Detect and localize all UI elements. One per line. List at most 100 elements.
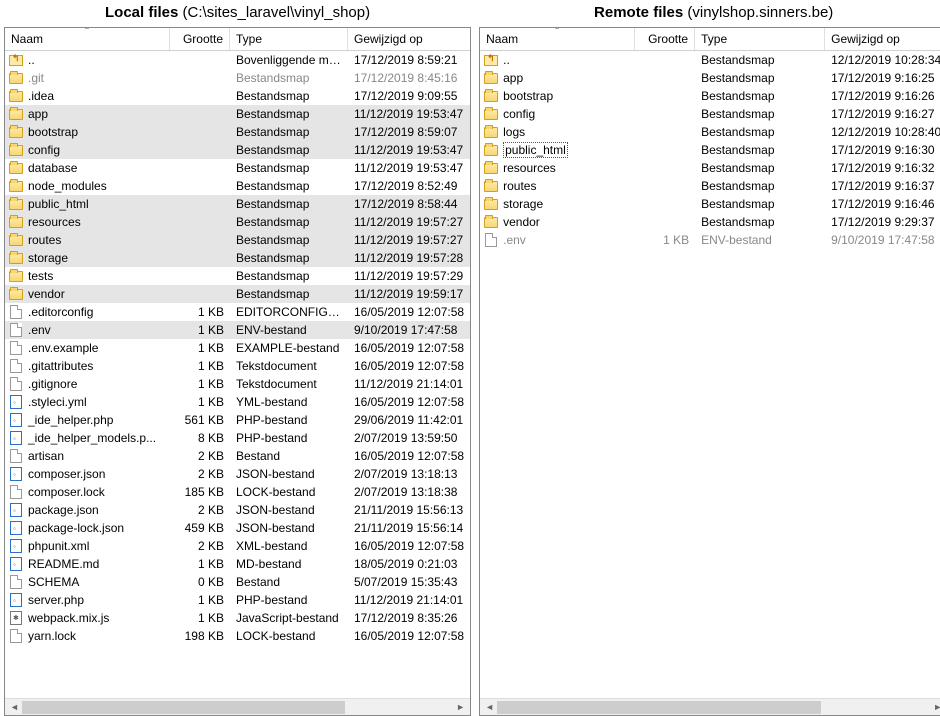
file-row[interactable]: .gitBestandsmap17/12/2019 8:45:16 [5, 69, 470, 87]
file-name-cell[interactable]: webpack.mix.js [5, 610, 170, 626]
scroll-right-icon[interactable]: ► [930, 702, 940, 712]
file-row[interactable]: appBestandsmap17/12/2019 9:16:25 [480, 69, 940, 87]
file-name-cell[interactable]: public_html [5, 196, 170, 212]
file-row[interactable]: vendorBestandsmap11/12/2019 19:59:17 [5, 285, 470, 303]
file-row[interactable]: README.md1 KBMD-bestand18/05/2019 0:21:0… [5, 555, 470, 573]
file-row[interactable]: server.php1 KBPHP-bestand11/12/2019 21:1… [5, 591, 470, 609]
col-size-header[interactable]: Grootte [635, 28, 695, 50]
col-modified-header[interactable]: Gewijzigd op [825, 28, 940, 50]
file-row[interactable]: routesBestandsmap11/12/2019 19:57:27 [5, 231, 470, 249]
file-name-cell[interactable]: database [5, 160, 170, 176]
file-name-cell[interactable]: artisan [5, 448, 170, 464]
file-row[interactable]: package-lock.json459 KBJSON-bestand21/11… [5, 519, 470, 537]
file-name-cell[interactable]: .idea [5, 88, 170, 104]
file-row[interactable]: .env.example1 KBEXAMPLE-bestand16/05/201… [5, 339, 470, 357]
col-type-header[interactable]: Type [230, 28, 348, 50]
file-name-cell[interactable]: .styleci.yml [5, 394, 170, 410]
file-row[interactable]: public_htmlBestandsmap17/12/2019 8:58:44 [5, 195, 470, 213]
file-row[interactable]: ..Bestandsmap12/12/2019 10:28:34 [480, 51, 940, 69]
file-name-cell[interactable]: .git [5, 70, 170, 86]
file-name-cell[interactable]: .. [480, 52, 635, 68]
file-name-cell[interactable]: tests [5, 268, 170, 284]
file-row[interactable]: .editorconfig1 KBEDITORCONFIG-b...16/05/… [5, 303, 470, 321]
file-row[interactable]: storageBestandsmap11/12/2019 19:57:28 [5, 249, 470, 267]
scroll-right-icon[interactable]: ► [453, 702, 468, 712]
file-name-cell[interactable]: package-lock.json [5, 520, 170, 536]
file-name-cell[interactable]: storage [5, 250, 170, 266]
file-name-cell[interactable]: .. [5, 52, 170, 68]
scroll-left-icon[interactable]: ◄ [482, 702, 497, 712]
file-name-cell[interactable]: SCHEMA [5, 574, 170, 590]
file-name-cell[interactable]: .env [480, 232, 635, 248]
file-name-cell[interactable]: phpunit.xml [5, 538, 170, 554]
file-row[interactable]: .gitattributes1 KBTekstdocument16/05/201… [5, 357, 470, 375]
file-name-cell[interactable]: .editorconfig [5, 304, 170, 320]
file-row[interactable]: _ide_helper.php561 KBPHP-bestand29/06/20… [5, 411, 470, 429]
file-name-cell[interactable]: vendor [5, 286, 170, 302]
local-scrollbar[interactable]: ◄► [5, 698, 470, 715]
file-row[interactable]: node_modulesBestandsmap17/12/2019 8:52:4… [5, 177, 470, 195]
file-row[interactable]: storageBestandsmap17/12/2019 9:16:46 [480, 195, 940, 213]
file-name-cell[interactable]: app [5, 106, 170, 122]
file-name-cell[interactable]: config [5, 142, 170, 158]
remote-rows[interactable]: ..Bestandsmap12/12/2019 10:28:34appBesta… [480, 51, 940, 698]
file-row[interactable]: configBestandsmap17/12/2019 9:16:27 [480, 105, 940, 123]
file-name-cell[interactable]: .env [5, 322, 170, 338]
file-row[interactable]: .env1 KBENV-bestand9/10/2019 17:47:58 [5, 321, 470, 339]
file-row[interactable]: vendorBestandsmap17/12/2019 9:29:37 [480, 213, 940, 231]
local-rows[interactable]: ..Bovenliggende map17/12/2019 8:59:21.gi… [5, 51, 470, 698]
file-name-cell[interactable]: routes [5, 232, 170, 248]
file-name-cell[interactable]: node_modules [5, 178, 170, 194]
file-row[interactable]: bootstrapBestandsmap17/12/2019 9:16:26 [480, 87, 940, 105]
file-row[interactable]: composer.json2 KBJSON-bestand2/07/2019 1… [5, 465, 470, 483]
scroll-thumb[interactable] [497, 701, 821, 714]
file-row[interactable]: .gitignore1 KBTekstdocument11/12/2019 21… [5, 375, 470, 393]
remote-scrollbar[interactable]: ◄► [480, 698, 940, 715]
file-name-cell[interactable]: storage [480, 196, 635, 212]
file-row[interactable]: yarn.lock198 KBLOCK-bestand16/05/2019 12… [5, 627, 470, 645]
col-modified-header[interactable]: Gewijzigd op [348, 28, 470, 50]
file-name-cell[interactable]: README.md [5, 556, 170, 572]
file-name-cell[interactable]: resources [480, 160, 635, 176]
file-row[interactable]: resourcesBestandsmap17/12/2019 9:16:32 [480, 159, 940, 177]
file-name-cell[interactable]: .env.example [5, 340, 170, 356]
file-name-cell[interactable]: routes [480, 178, 635, 194]
file-name-cell[interactable]: app [480, 70, 635, 86]
file-name-cell[interactable]: server.php [5, 592, 170, 608]
file-row[interactable]: databaseBestandsmap11/12/2019 19:53:47 [5, 159, 470, 177]
file-row[interactable]: logsBestandsmap12/12/2019 10:28:40 [480, 123, 940, 141]
scroll-left-icon[interactable]: ◄ [7, 702, 22, 712]
file-row[interactable]: appBestandsmap11/12/2019 19:53:47 [5, 105, 470, 123]
file-row[interactable]: routesBestandsmap17/12/2019 9:16:37 [480, 177, 940, 195]
file-name-cell[interactable]: public_html [480, 142, 635, 158]
file-row[interactable]: public_htmlBestandsmap17/12/2019 9:16:30 [480, 141, 940, 159]
file-name-cell[interactable]: bootstrap [5, 124, 170, 140]
file-name-cell[interactable]: composer.lock [5, 484, 170, 500]
col-size-header[interactable]: Grootte [170, 28, 230, 50]
file-row[interactable]: webpack.mix.js1 KBJavaScript-bestand17/1… [5, 609, 470, 627]
file-row[interactable]: artisan2 KBBestand16/05/2019 12:07:58 [5, 447, 470, 465]
file-name-cell[interactable]: logs [480, 124, 635, 140]
file-row[interactable]: package.json2 KBJSON-bestand21/11/2019 1… [5, 501, 470, 519]
file-row[interactable]: phpunit.xml2 KBXML-bestand16/05/2019 12:… [5, 537, 470, 555]
file-row[interactable]: ..Bovenliggende map17/12/2019 8:59:21 [5, 51, 470, 69]
file-row[interactable]: composer.lock185 KBLOCK-bestand2/07/2019… [5, 483, 470, 501]
file-row[interactable]: testsBestandsmap11/12/2019 19:57:29 [5, 267, 470, 285]
file-row[interactable]: resourcesBestandsmap11/12/2019 19:57:27 [5, 213, 470, 231]
col-type-header[interactable]: Type [695, 28, 825, 50]
file-name-cell[interactable]: package.json [5, 502, 170, 518]
file-row[interactable]: configBestandsmap11/12/2019 19:53:47 [5, 141, 470, 159]
file-name-cell[interactable]: .gitignore [5, 376, 170, 392]
col-name-header[interactable]: ⌃Naam [480, 28, 635, 50]
scroll-thumb[interactable] [22, 701, 345, 714]
file-name-cell[interactable]: yarn.lock [5, 628, 170, 644]
file-name-cell[interactable]: vendor [480, 214, 635, 230]
file-name-cell[interactable]: composer.json [5, 466, 170, 482]
file-row[interactable]: .env1 KBENV-bestand9/10/2019 17:47:58 [480, 231, 940, 249]
col-name-header[interactable]: ⌃Naam [5, 28, 170, 50]
file-name-cell[interactable]: bootstrap [480, 88, 635, 104]
file-row[interactable]: .styleci.yml1 KBYML-bestand16/05/2019 12… [5, 393, 470, 411]
file-name-cell[interactable]: _ide_helper_models.p... [5, 430, 170, 446]
file-row[interactable]: SCHEMA0 KBBestand5/07/2019 15:35:43 [5, 573, 470, 591]
file-name-cell[interactable]: config [480, 106, 635, 122]
